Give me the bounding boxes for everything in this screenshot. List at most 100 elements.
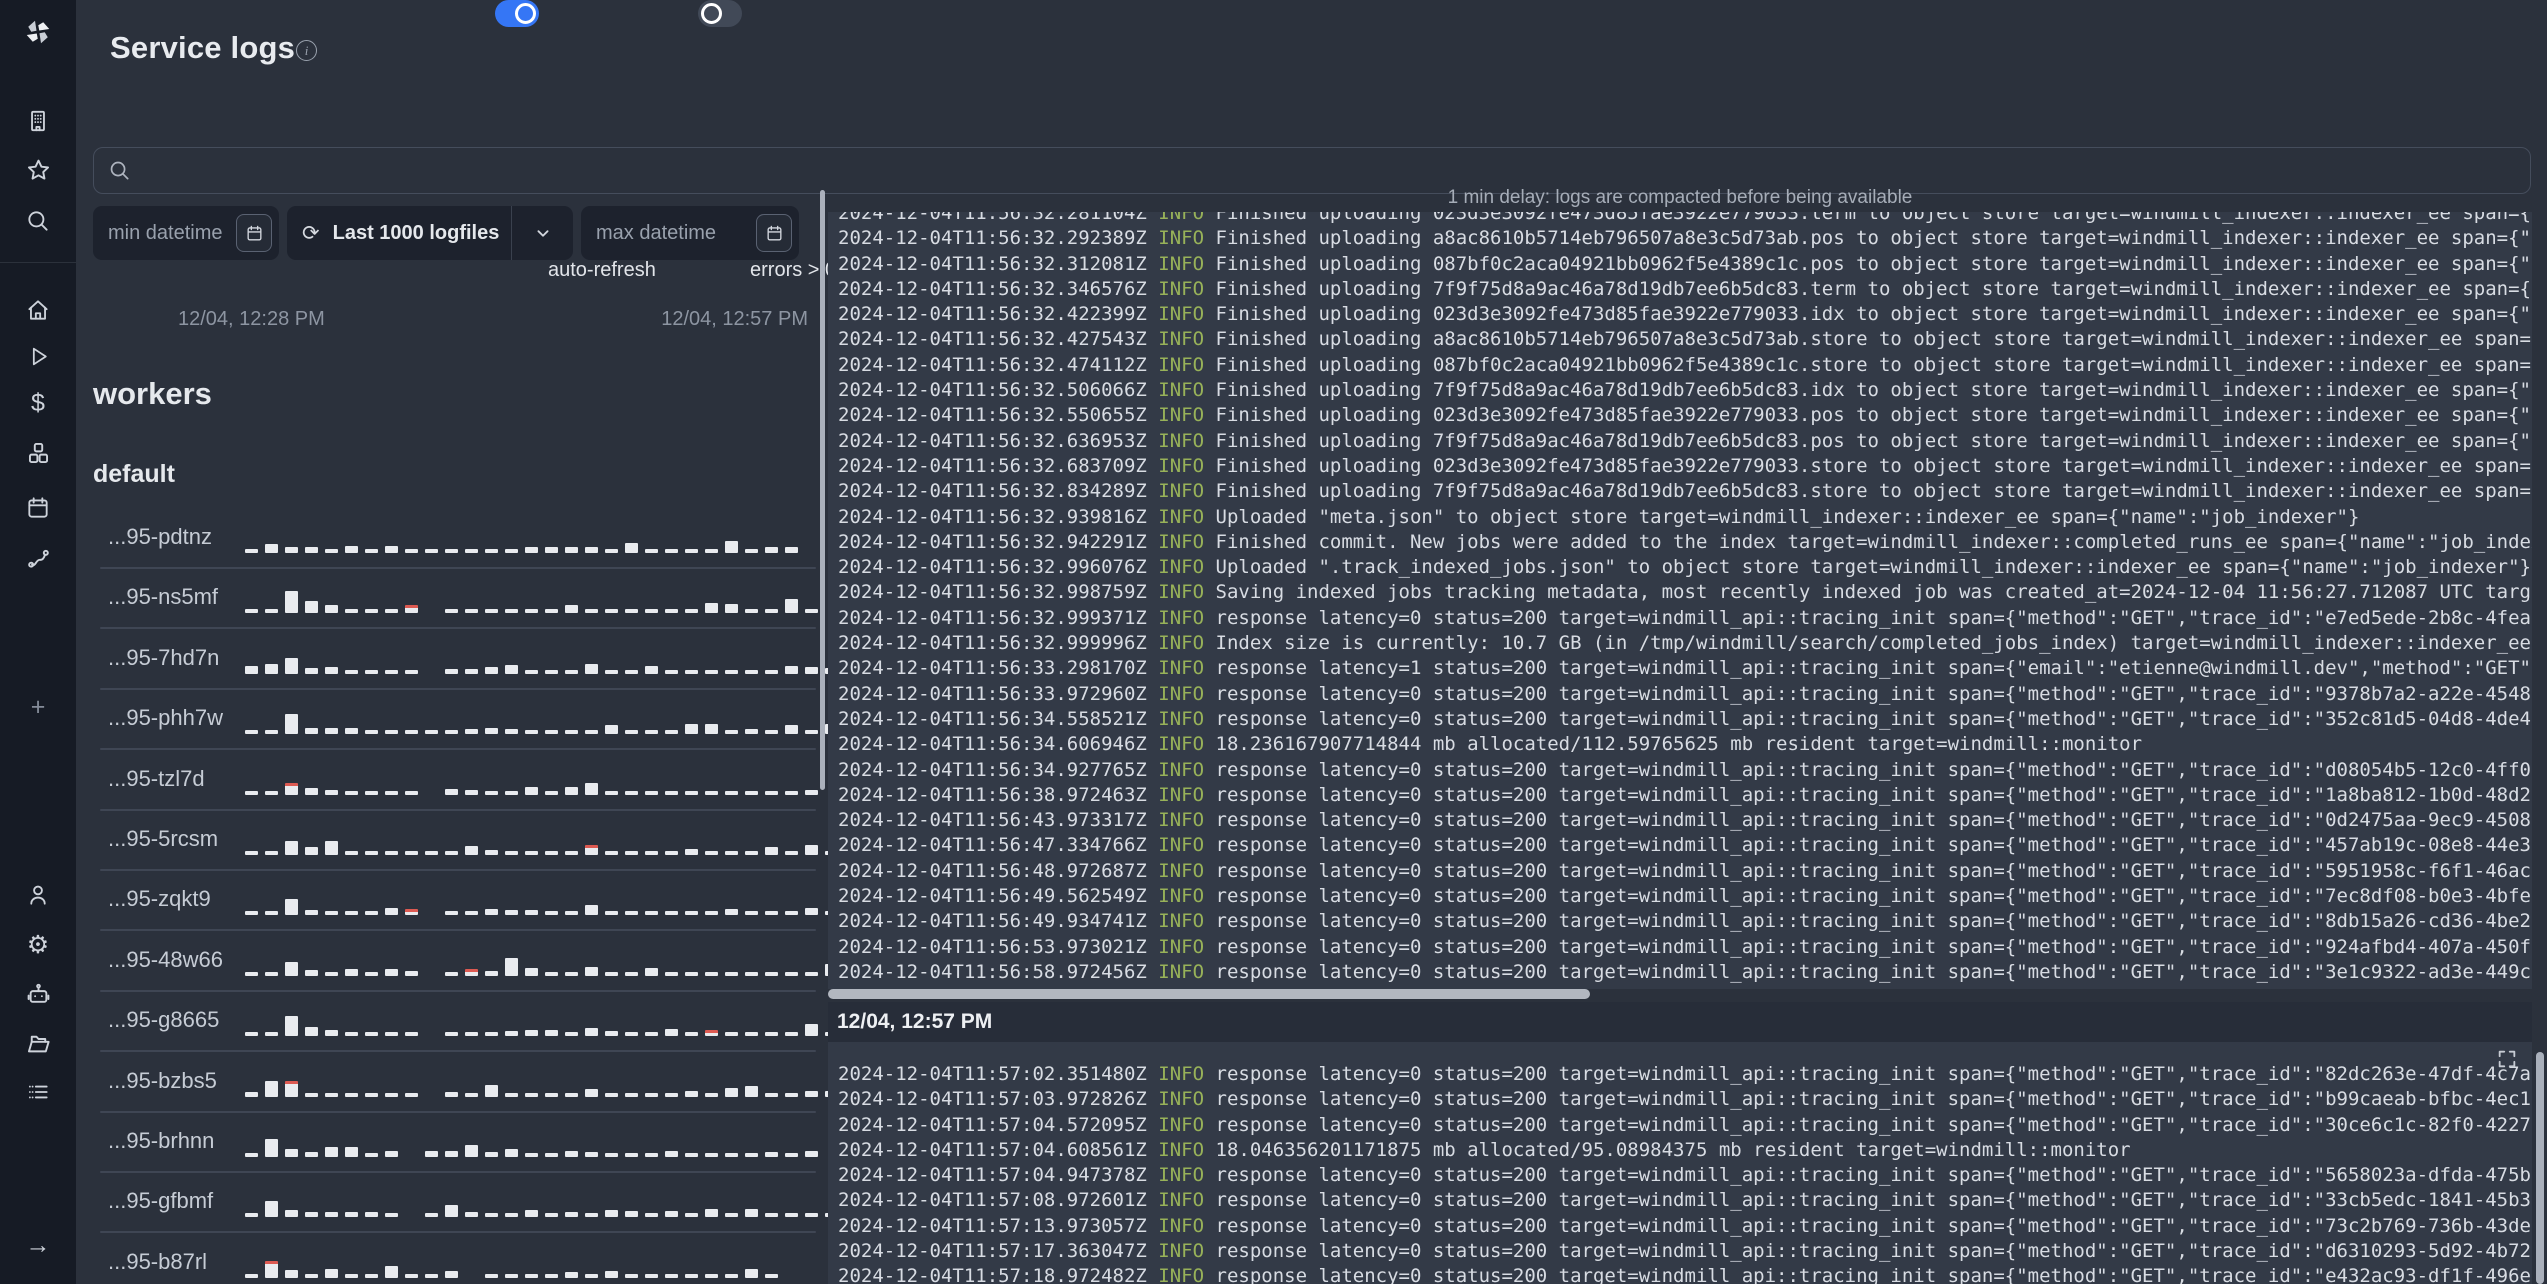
log-viewer-bottom[interactable]: 2024-12-04T11:57:02.351480Z INFO respons… xyxy=(828,1042,2532,1284)
folder-icon[interactable] xyxy=(0,1026,76,1060)
person-icon[interactable] xyxy=(0,878,76,912)
activity-bar xyxy=(285,899,298,916)
activity-bar xyxy=(305,910,318,916)
arrow-right-icon[interactable]: → xyxy=(0,1228,76,1262)
activity-bar xyxy=(245,1213,258,1218)
activity-bar xyxy=(525,1210,538,1218)
play-icon[interactable] xyxy=(0,339,76,373)
activity-bar xyxy=(685,1273,698,1278)
worker-row[interactable]: ...95-brhnn xyxy=(100,1110,818,1173)
errors-only-toggle[interactable] xyxy=(698,0,742,27)
activity-bar xyxy=(445,971,458,976)
activity-bar xyxy=(725,790,738,795)
activity-bar xyxy=(805,789,818,795)
log-line: 2024-12-04T11:57:04.572095Z INFO respons… xyxy=(838,1113,2532,1136)
activity-bar xyxy=(605,669,618,674)
activity-bar xyxy=(585,1213,598,1218)
activity-bar xyxy=(305,787,318,795)
gear-icon[interactable]: ⚙ xyxy=(0,928,76,962)
windmill-logo-icon[interactable] xyxy=(0,10,76,54)
max-datetime-field[interactable]: max datetime xyxy=(581,206,799,260)
plus-icon[interactable]: + xyxy=(0,690,76,724)
activity-bar xyxy=(425,851,438,855)
worker-row[interactable]: ...95-gfbmf xyxy=(100,1170,858,1234)
activity-bar xyxy=(585,1152,598,1157)
activity-bar xyxy=(485,549,498,553)
activity-bar xyxy=(765,1213,778,1218)
calendar-picker-icon[interactable] xyxy=(236,214,272,252)
activity-bar xyxy=(525,786,538,795)
activity-bar xyxy=(805,1024,818,1037)
activity-bar xyxy=(325,971,338,976)
sidebar-divider xyxy=(0,262,76,263)
activity-bar xyxy=(585,1028,598,1037)
activity-bar xyxy=(725,971,738,976)
building-icon[interactable] xyxy=(0,104,76,138)
info-icon[interactable]: i xyxy=(296,40,317,61)
activity-bar xyxy=(265,1139,278,1157)
log-viewer-top[interactable]: 2024-12-04T11:56:32.281104Z INFO Finishe… xyxy=(828,212,2532,989)
worker-activity-chart xyxy=(245,642,838,674)
activity-bar xyxy=(705,911,718,916)
activity-bar xyxy=(345,546,358,553)
calendar-picker-icon[interactable] xyxy=(756,214,792,252)
activity-bar xyxy=(805,1090,818,1097)
dollar-icon[interactable]: $ xyxy=(0,386,76,420)
list-icon[interactable] xyxy=(0,1075,76,1109)
route-icon[interactable] xyxy=(0,541,76,575)
worker-row[interactable]: ...95-phh7w xyxy=(100,687,858,751)
activity-bar xyxy=(805,1151,818,1157)
activity-bar xyxy=(285,1269,298,1278)
activity-bar xyxy=(625,609,638,614)
activity-bar xyxy=(605,1210,618,1218)
calendar-icon[interactable] xyxy=(0,491,76,525)
expand-icon[interactable] xyxy=(2496,1048,2518,1070)
activity-bar xyxy=(605,725,618,735)
activity-bar xyxy=(445,1205,458,1218)
activity-bar xyxy=(685,669,698,674)
activity-bar xyxy=(785,1032,798,1037)
activity-bar xyxy=(605,1153,618,1157)
worker-name: ...95-phh7w xyxy=(108,705,223,731)
activity-bar xyxy=(445,668,458,674)
activity-bar xyxy=(745,609,758,614)
log-line: 2024-12-04T11:56:49.562549Z INFO respons… xyxy=(838,885,2532,908)
activity-bar xyxy=(645,1092,658,1097)
min-datetime-field[interactable]: min datetime xyxy=(93,206,279,260)
activity-bar xyxy=(625,1211,638,1218)
worker-row[interactable]: ...95-5rcsm xyxy=(100,808,838,871)
activity-bar xyxy=(585,966,598,976)
chevron-down-icon[interactable] xyxy=(511,206,573,260)
vertical-scrollbar[interactable] xyxy=(2536,1052,2544,1284)
search-input[interactable] xyxy=(131,159,2530,182)
home-icon[interactable] xyxy=(0,293,76,327)
activity-bar xyxy=(505,957,518,976)
worker-row[interactable]: ...95-tzl7d xyxy=(100,748,818,811)
activity-bar xyxy=(385,609,398,614)
robot-icon[interactable] xyxy=(0,977,76,1011)
logfiles-dropdown[interactable]: ⟳ Last 1000 logfiles xyxy=(287,206,573,260)
activity-bar xyxy=(285,1149,298,1157)
worker-row[interactable]: ...95-pdtnz xyxy=(100,506,816,569)
worker-row[interactable]: ...95-zqkt9 xyxy=(100,868,838,932)
worker-row[interactable]: ...95-48w66 xyxy=(100,929,838,992)
activity-bar xyxy=(765,1092,778,1097)
star-icon[interactable] xyxy=(0,153,76,187)
activity-bar xyxy=(465,549,478,553)
auto-refresh-toggle[interactable] xyxy=(495,0,539,27)
worker-row[interactable]: ...95-b87rl xyxy=(100,1231,816,1284)
activity-bar xyxy=(245,549,258,553)
worker-row[interactable]: ...95-ns5mf xyxy=(100,566,818,630)
cubes-icon[interactable] xyxy=(0,436,76,470)
worker-row[interactable]: ...95-g8665 xyxy=(100,989,838,1053)
worker-row[interactable]: ...95-7hd7n xyxy=(100,627,838,690)
activity-bar xyxy=(585,905,598,916)
search-icon[interactable] xyxy=(0,204,76,238)
worker-row[interactable]: ...95-bzbs5 xyxy=(100,1050,858,1113)
panel-scrollbar[interactable] xyxy=(820,190,825,790)
log-line: 2024-12-04T11:56:32.506066Z INFO Finishe… xyxy=(838,379,2532,402)
activity-bar xyxy=(445,1270,458,1278)
activity-bar xyxy=(785,911,798,916)
horizontal-scrollbar[interactable] xyxy=(828,989,1590,999)
activity-bar xyxy=(725,1153,738,1157)
